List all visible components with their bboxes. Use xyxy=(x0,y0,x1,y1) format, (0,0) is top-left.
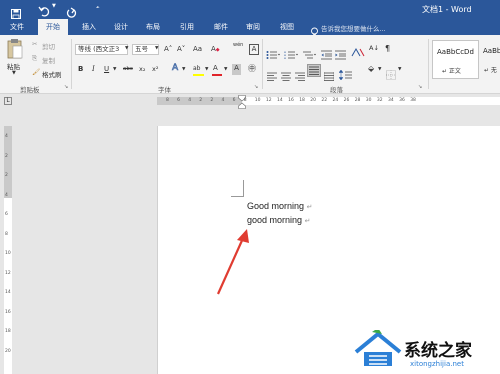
watermark-url: xitongzhijia.net xyxy=(410,360,464,368)
watermark: 系统之家 xitongzhijia.net xyxy=(352,316,500,374)
watermark-logo-icon xyxy=(354,330,402,366)
watermark-brand: 系统之家 xyxy=(404,341,472,361)
